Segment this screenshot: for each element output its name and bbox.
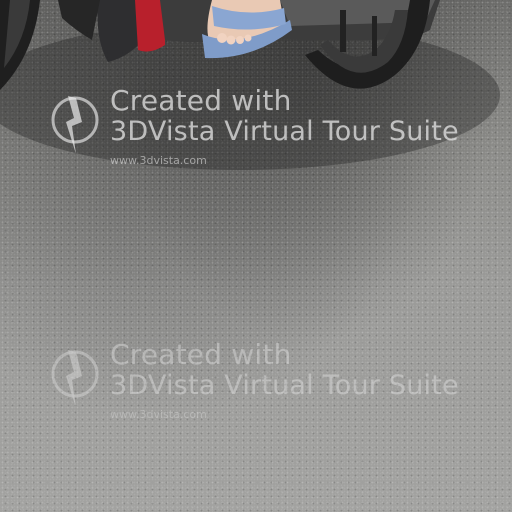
road-photo: Created with 3DVista Virtual Tour Suite …: [0, 0, 512, 512]
brake-light: [135, 0, 165, 52]
watermark-url: www.3dvista.com: [110, 154, 207, 167]
3dvista-logo-icon: [51, 96, 99, 154]
3dvista-logo-icon: [51, 350, 99, 408]
watermark-line1: Created with: [110, 338, 292, 371]
watermark-line2: 3DVista Virtual Tour Suite: [110, 370, 459, 401]
watermark: Created with 3DVista Virtual Tour Suite …: [48, 338, 508, 424]
motorcycle-underside: [0, 0, 500, 170]
watermark-line1: Created with: [110, 84, 292, 117]
watermark-url: www.3dvista.com: [110, 408, 207, 421]
watermark-line2: 3DVista Virtual Tour Suite: [110, 116, 459, 147]
strut: [340, 10, 346, 52]
watermark: Created with 3DVista Virtual Tour Suite …: [48, 84, 508, 170]
